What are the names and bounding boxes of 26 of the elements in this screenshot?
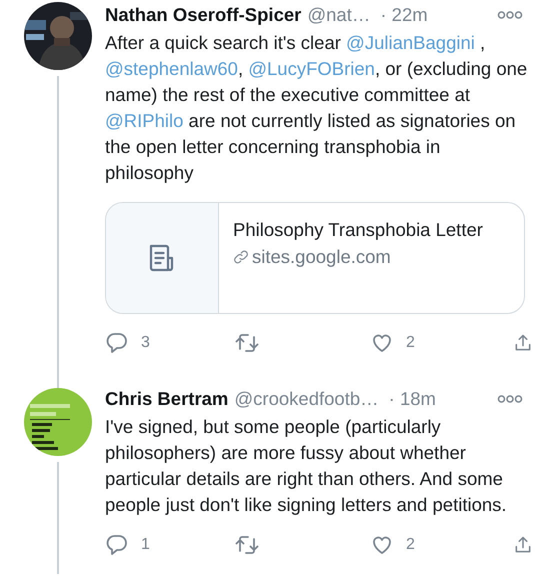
timestamp: · 18m bbox=[388, 388, 436, 410]
reply-icon[interactable] bbox=[105, 533, 129, 557]
user-handle: @crookedfootb… bbox=[234, 388, 379, 410]
user-handle: @nat… bbox=[307, 4, 370, 26]
more-icon[interactable] bbox=[497, 10, 523, 20]
more-icon[interactable] bbox=[497, 394, 523, 404]
tweet-text: I've signed, but some people (particularly philosophers) are more fussy about whether particular details are right than others. And some people just don't like signing letters and petitions. bbox=[105, 415, 508, 517]
reply-icon[interactable] bbox=[105, 331, 129, 355]
retweet-icon[interactable] bbox=[235, 533, 259, 557]
link-icon bbox=[233, 249, 249, 265]
tweet-text: After a quick search it's clear @JulianBaggini , @stephenlaw60, @LucyFOBrien, or (excluding one name) the rest of the executive committee at @RIPhilo are not currently listed as signatories on the open letter concerning transphobia in philosophy bbox=[105, 31, 528, 185]
reply-count: 1 bbox=[141, 536, 150, 554]
like-count: 2 bbox=[406, 536, 415, 554]
reply-count: 3 bbox=[141, 334, 150, 352]
card-domain: sites.google.com bbox=[252, 246, 391, 268]
author-name[interactable]: Nathan Oseroff-Spicer bbox=[105, 4, 302, 26]
mention-link[interactable]: @stephenlaw60 bbox=[105, 58, 238, 79]
timestamp: · 22m bbox=[380, 4, 428, 26]
retweet-icon[interactable] bbox=[235, 331, 259, 355]
link-card[interactable]: Philosophy Transphobia Letter sites.google.com bbox=[105, 202, 525, 314]
mention-link[interactable]: @JulianBaggini bbox=[346, 32, 475, 53]
mention-link[interactable]: @RIPhilo bbox=[105, 110, 184, 131]
card-title: Philosophy Transphobia Letter bbox=[233, 218, 483, 242]
mention-link[interactable]: @LucyFOBrien bbox=[248, 58, 375, 79]
author-name[interactable]: Chris Bertram bbox=[105, 388, 228, 410]
like-count: 2 bbox=[406, 334, 415, 352]
